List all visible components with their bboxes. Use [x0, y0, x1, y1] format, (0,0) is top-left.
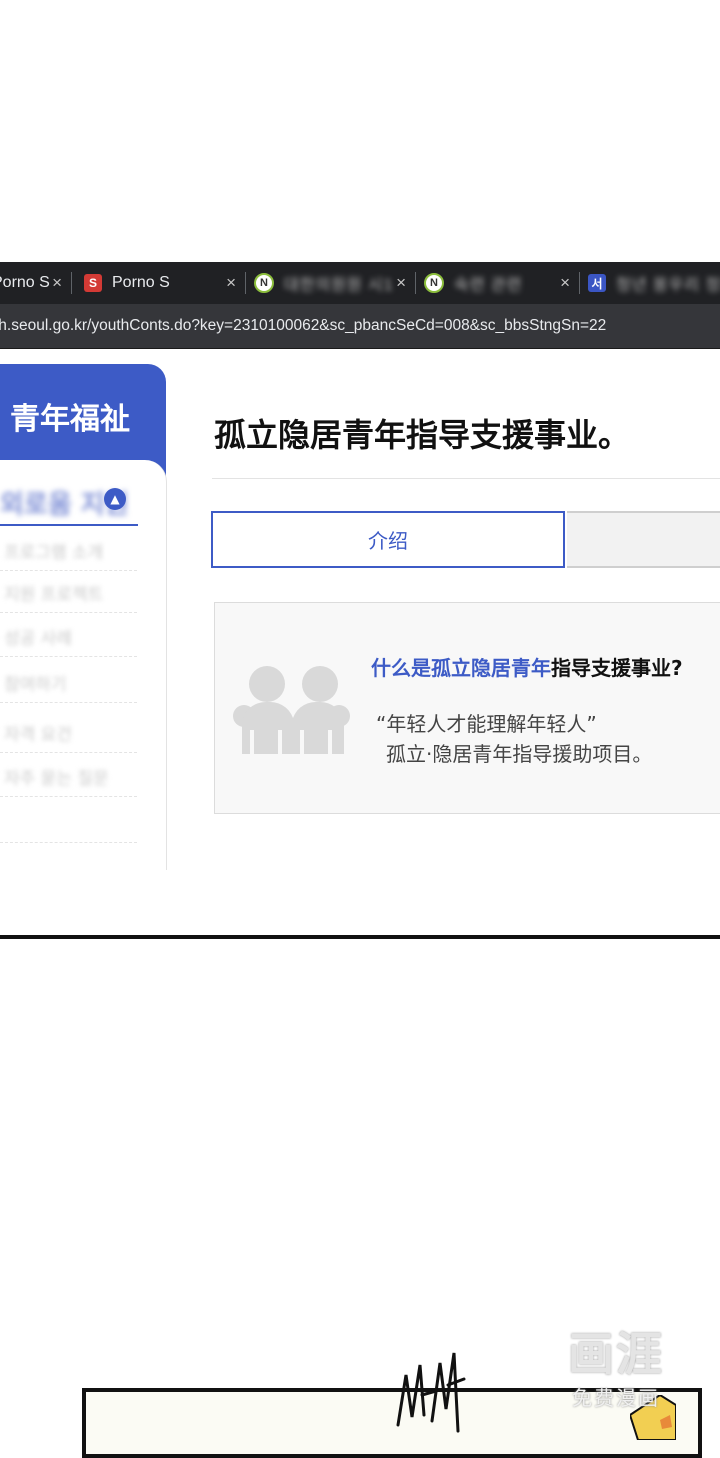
sound-effect-lettering [396, 1352, 466, 1433]
sidebar-item[interactable]: 참여하기 [0, 658, 137, 703]
intro-description: 孤立·隐居青年指导援助项目。 [386, 742, 653, 766]
browser-tab-1[interactable]: Porno S × [0, 262, 72, 304]
intro-question: 什么是孤立隐居青年指导支援事业? [371, 652, 683, 681]
close-icon[interactable]: × [52, 273, 62, 293]
sidebar-item[interactable] [0, 798, 137, 843]
sidebar-item-label: 프로그램 소개 [4, 543, 104, 563]
title-divider [212, 478, 720, 479]
s-favicon-icon: S [84, 274, 102, 292]
tab-introduction[interactable]: 介绍 [211, 511, 565, 568]
close-icon[interactable]: × [226, 273, 236, 293]
address-bar[interactable]: th.seoul.go.kr/youthConts.do?key=2310100… [0, 304, 720, 349]
sidebar-item-label: 자주 묻는 질문 [4, 769, 109, 789]
browser-tab-bar: Porno S × S Porno S × N 대한의원원 시1 × N 숙련 … [0, 262, 720, 304]
tab-divider [71, 272, 72, 294]
sidebar-item-label: 자격 요건 [4, 725, 72, 745]
tab-secondary[interactable] [567, 511, 720, 568]
tab-label: 대한의원원 시1 [284, 277, 394, 294]
tab-label: Porno S [112, 274, 170, 291]
browser-tab-4[interactable]: N 숙련 관련 × [416, 262, 580, 304]
page-title: 孤立隐居青年指导支援事业。 [214, 416, 631, 454]
question-highlight: 什么是孤立隐居青年 [371, 656, 551, 680]
sidebar-item[interactable]: 자격 요건 [0, 708, 137, 753]
question-rest: 指导支援事业? [551, 656, 683, 680]
browser-tab-3[interactable]: N 대한의원원 시1 × [246, 262, 416, 304]
close-icon[interactable]: × [396, 273, 406, 293]
url-text[interactable]: th.seoul.go.kr/youthConts.do?key=2310100… [0, 317, 606, 335]
people-icon [233, 666, 350, 754]
sidebar-item[interactable]: 프로그램 소개 [0, 526, 137, 571]
sidebar-item[interactable]: 성공 사례 [0, 612, 137, 657]
tab-label: 숙련 관련 [454, 277, 523, 294]
watermark-subtitle: 免费漫画 [572, 1386, 660, 1410]
sidebar-current-section[interactable]: 외로움 지원 ▲ [0, 476, 138, 526]
n-favicon-icon: N [254, 273, 274, 293]
sidebar-item[interactable]: 자주 묻는 질문 [0, 752, 137, 797]
comic-panel-border [0, 935, 720, 939]
intro-quote: “年轻人才能理解年轻人” [376, 712, 597, 736]
browser-tab-2[interactable]: S Porno S × [76, 262, 246, 304]
chevron-up-icon[interactable]: ▲ [104, 488, 126, 510]
n-favicon-icon: N [424, 273, 444, 293]
sidebar-title: 青年福祉 [10, 402, 130, 437]
watermark-logo: 画涯 [568, 1327, 664, 1381]
sidebar-item-label: 성공 사례 [4, 629, 72, 649]
browser-tab-5[interactable]: 서 청년 몽우리 정보 [580, 262, 720, 304]
close-icon[interactable]: × [560, 273, 570, 293]
tab-label: 청년 몽우리 정보 [616, 277, 720, 294]
seoul-favicon-icon: 서 [588, 274, 606, 292]
sidebar-item-label: 지원 프로젝트 [4, 585, 104, 605]
sidebar-item[interactable]: 지원 프로젝트 [0, 568, 137, 613]
tab-label: Porno S [0, 274, 50, 291]
sidebar-item-label: 참여하기 [4, 675, 67, 695]
